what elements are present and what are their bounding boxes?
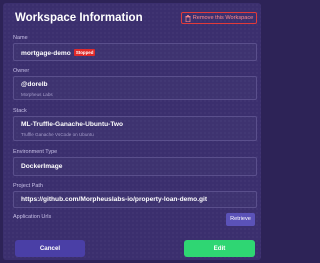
status-badge: Stopped [73,49,96,56]
environment-type-label: Environment Type [13,149,58,155]
stack-label: Stack [13,108,27,114]
stack-description: Truffle Ganache VsCode on Ubuntu [21,132,94,137]
name-field: mortgage-demo Stopped [13,43,257,61]
edit-button[interactable]: Edit [184,240,255,257]
owner-handle: @dorelb [21,81,48,88]
cancel-button[interactable]: Cancel [15,240,85,257]
remove-workspace-label: Remove this Workspace [192,15,254,21]
page-title: Workspace Information [15,12,143,24]
application-urls-label: Application Urls [13,214,52,220]
remove-workspace-button[interactable]: Remove this Workspace [181,12,257,24]
workspace-name: mortgage-demo [21,50,71,57]
owner-label: Owner [13,68,30,74]
stack-field: ML-Truffle-Ganache-Ubuntu-Two Truffle Ga… [13,116,257,141]
retrieve-button[interactable]: Retrieve [226,213,255,226]
trash-icon [185,14,191,22]
environment-type-field: DockerImage [13,157,257,176]
stack-name: ML-Truffle-Ganache-Ubuntu-Two [21,121,124,128]
owner-organization: Morpheus Labs [21,92,53,97]
project-path-link[interactable]: https://github.com/Morpheuslabs-io/prope… [21,196,207,203]
project-path-field: https://github.com/Morpheuslabs-io/prope… [13,191,257,208]
project-path-label: Project Path [13,183,43,189]
name-label: Name [13,35,28,41]
workspace-info-panel: Workspace Information Remove this Worksp… [3,3,261,260]
owner-field: @dorelb Morpheus Labs [13,76,257,100]
environment-type-value: DockerImage [21,163,63,170]
